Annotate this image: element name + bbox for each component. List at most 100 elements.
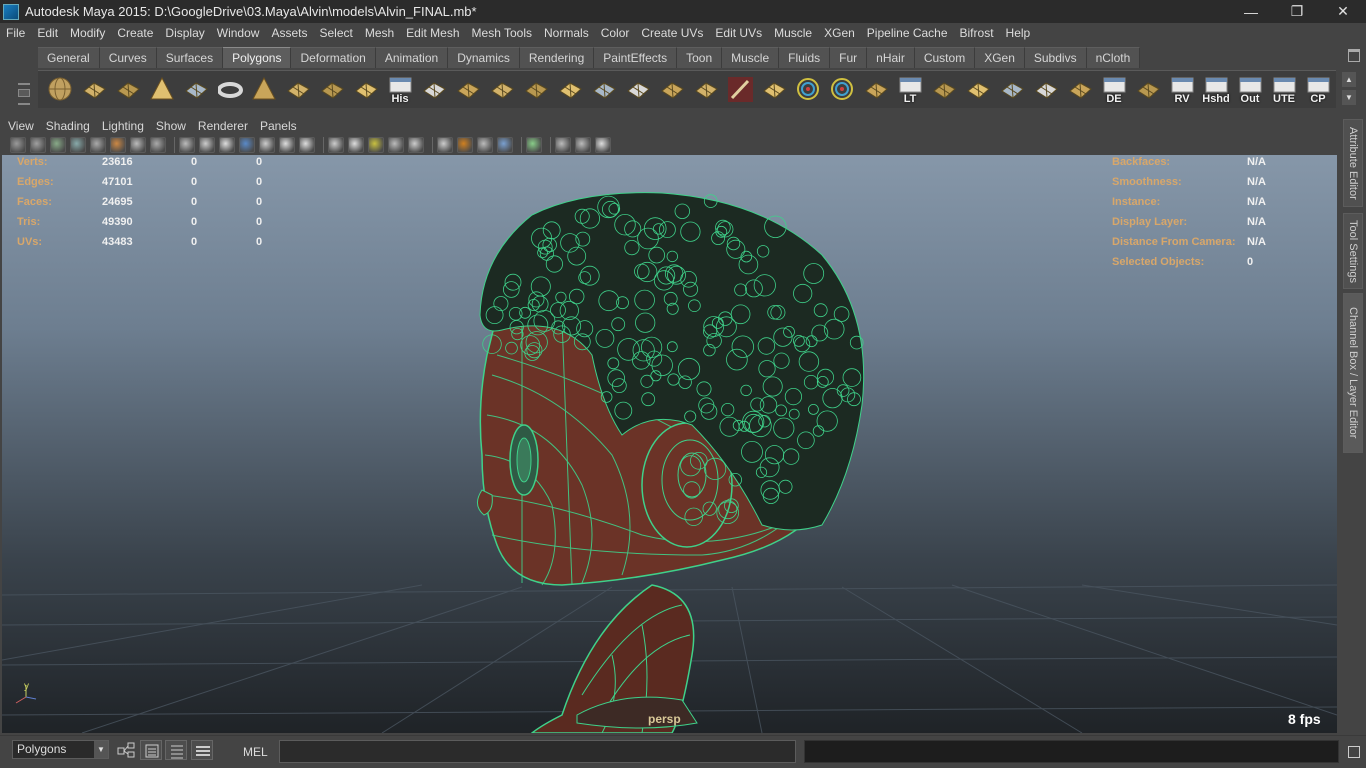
de-icon[interactable]: DE <box>1098 73 1130 106</box>
menu-assets[interactable]: Assets <box>265 23 313 43</box>
shelf-tab-animation[interactable]: Animation <box>375 47 449 68</box>
side-tab-channel-box-layer-editor[interactable]: Channel Box / Layer Editor <box>1343 293 1363 453</box>
merge-vertices-icon[interactable] <box>622 73 654 106</box>
panel-menu-view[interactable]: View <box>2 119 40 133</box>
panel-menu-lighting[interactable]: Lighting <box>96 119 150 133</box>
uv-sew-icon[interactable] <box>1030 73 1062 106</box>
lt-icon[interactable]: LT <box>894 73 926 106</box>
menu-create-uvs[interactable]: Create UVs <box>635 23 709 43</box>
shelf-tab-deformation[interactable]: Deformation <box>291 47 376 68</box>
shadows-icon[interactable] <box>299 137 315 153</box>
uv-select-icon[interactable] <box>1064 73 1096 106</box>
universal-manipulator-icon[interactable] <box>826 73 858 106</box>
menu-window[interactable]: Window <box>211 23 266 43</box>
shelf-tab-muscle[interactable]: Muscle <box>722 47 780 68</box>
poly-pipe-icon[interactable] <box>282 73 314 106</box>
ambient-occlusion-icon[interactable] <box>457 137 473 153</box>
side-tab-tool-settings[interactable]: Tool Settings <box>1343 213 1363 289</box>
anti-alias-icon[interactable] <box>497 137 513 153</box>
texture-icon[interactable] <box>388 137 404 153</box>
rv-icon[interactable]: RV <box>1166 73 1198 106</box>
shelf-tab-polygons[interactable]: Polygons <box>223 47 292 68</box>
panel-menu-show[interactable]: Show <box>150 119 192 133</box>
safe-action-icon[interactable] <box>368 137 384 153</box>
default-material-icon[interactable] <box>219 137 235 153</box>
poly-pyramid-icon[interactable] <box>248 73 280 106</box>
viewport-persp[interactable]: y Verts: 23616 0 0 Edges: 47101 0 0 Faces: 24695 0… <box>2 155 1337 733</box>
menu-select[interactable]: Select <box>313 23 358 43</box>
channel-layer-icon[interactable] <box>191 740 213 760</box>
menu-mesh-tools[interactable]: Mesh Tools <box>466 23 538 43</box>
trash-icon[interactable] <box>1348 49 1360 62</box>
create-polygon-tool-icon[interactable] <box>316 73 348 106</box>
uv-grid-icon[interactable] <box>1132 73 1164 106</box>
shelf-grip-handle[interactable] <box>14 47 34 111</box>
film-gate-icon[interactable] <box>348 137 364 153</box>
shelf-tab-nhair[interactable]: nHair <box>867 47 915 68</box>
combine-icon[interactable] <box>690 73 722 106</box>
panel-tear-off-icon[interactable] <box>595 137 611 153</box>
image-plane-icon[interactable] <box>70 137 86 153</box>
xray-icon[interactable] <box>130 137 146 153</box>
menu-mesh[interactable]: Mesh <box>359 23 400 43</box>
side-tab-attribute-editor[interactable]: Attribute Editor <box>1343 119 1363 207</box>
use-all-lights-icon[interactable] <box>279 137 295 153</box>
menu-set-selector[interactable]: Polygons ▼ <box>12 740 109 759</box>
textured-icon[interactable] <box>259 137 275 153</box>
snap-icon[interactable] <box>860 73 892 106</box>
menu-modify[interactable]: Modify <box>64 23 111 43</box>
bridge-icon[interactable] <box>486 73 518 106</box>
rotate-manipulator-icon[interactable] <box>792 73 824 106</box>
split-polygon-icon[interactable] <box>452 73 484 106</box>
chevron-down-icon[interactable]: ▼ <box>94 741 108 758</box>
shelf-tab-subdivs[interactable]: Subdivs <box>1024 47 1087 68</box>
shelf-tab-painteffects[interactable]: PaintEffects <box>594 47 678 68</box>
panel-layout-icon[interactable] <box>555 137 571 153</box>
uv-map-icon[interactable] <box>996 73 1028 106</box>
flat-shade-icon[interactable] <box>199 137 215 153</box>
menu-normals[interactable]: Normals <box>538 23 595 43</box>
uv-layout-icon[interactable] <box>928 73 960 106</box>
ute-icon[interactable]: UTE <box>1268 73 1300 106</box>
panel-menu-panels[interactable]: Panels <box>254 119 303 133</box>
sculpt-geometry-icon[interactable] <box>350 73 382 106</box>
cp-icon[interactable]: CP <box>1302 73 1334 106</box>
motion-blur-icon[interactable] <box>477 137 493 153</box>
select-highlight-icon[interactable] <box>526 137 542 153</box>
menu-file[interactable]: File <box>0 23 31 43</box>
wireframe-icon[interactable] <box>150 137 166 153</box>
shelf-tab-dynamics[interactable]: Dynamics <box>448 47 520 68</box>
shelf-tab-general[interactable]: General <box>38 47 100 68</box>
isolate-select-icon[interactable] <box>110 137 126 153</box>
smooth-shade-icon[interactable] <box>179 137 195 153</box>
shadow-icon[interactable] <box>437 137 453 153</box>
camera-attributes-icon[interactable] <box>30 137 46 153</box>
poly-plane-icon[interactable] <box>180 73 212 106</box>
poly-cone-icon[interactable] <box>146 73 178 106</box>
menu-edit-uvs[interactable]: Edit UVs <box>709 23 768 43</box>
paint-brush-icon[interactable] <box>724 73 756 106</box>
shelf-scroll-up-icon[interactable]: ▲ <box>1342 72 1356 87</box>
uv-unfold-icon[interactable] <box>962 73 994 106</box>
history-icon[interactable]: His <box>384 73 416 106</box>
poly-torus-icon[interactable] <box>214 73 246 106</box>
select-camera-icon[interactable] <box>10 137 26 153</box>
menu-help[interactable]: Help <box>1000 23 1037 43</box>
out-icon[interactable]: Out <box>1234 73 1266 106</box>
list-icon[interactable] <box>165 740 187 760</box>
menu-bifrost[interactable]: Bifrost <box>954 23 1000 43</box>
menu-edit[interactable]: Edit <box>31 23 64 43</box>
shelf-tab-rendering[interactable]: Rendering <box>519 47 595 68</box>
shelf-scroll-down-icon[interactable]: ▼ <box>1342 90 1356 105</box>
panel-menu-shading[interactable]: Shading <box>40 119 96 133</box>
poly-cylinder-icon[interactable] <box>112 73 144 106</box>
menu-pipeline-cache[interactable]: Pipeline Cache <box>861 23 954 43</box>
shelf-tab-xgen[interactable]: XGen <box>975 47 1025 68</box>
shelf-tab-custom[interactable]: Custom <box>914 47 976 68</box>
restore-button[interactable]: ❐ <box>1274 0 1320 23</box>
script-editor-icon[interactable] <box>1348 746 1360 758</box>
lattice-icon[interactable] <box>758 73 790 106</box>
menu-create[interactable]: Create <box>111 23 159 43</box>
shelf-tab-surfaces[interactable]: Surfaces <box>156 47 224 68</box>
extrude-icon[interactable] <box>418 73 450 106</box>
